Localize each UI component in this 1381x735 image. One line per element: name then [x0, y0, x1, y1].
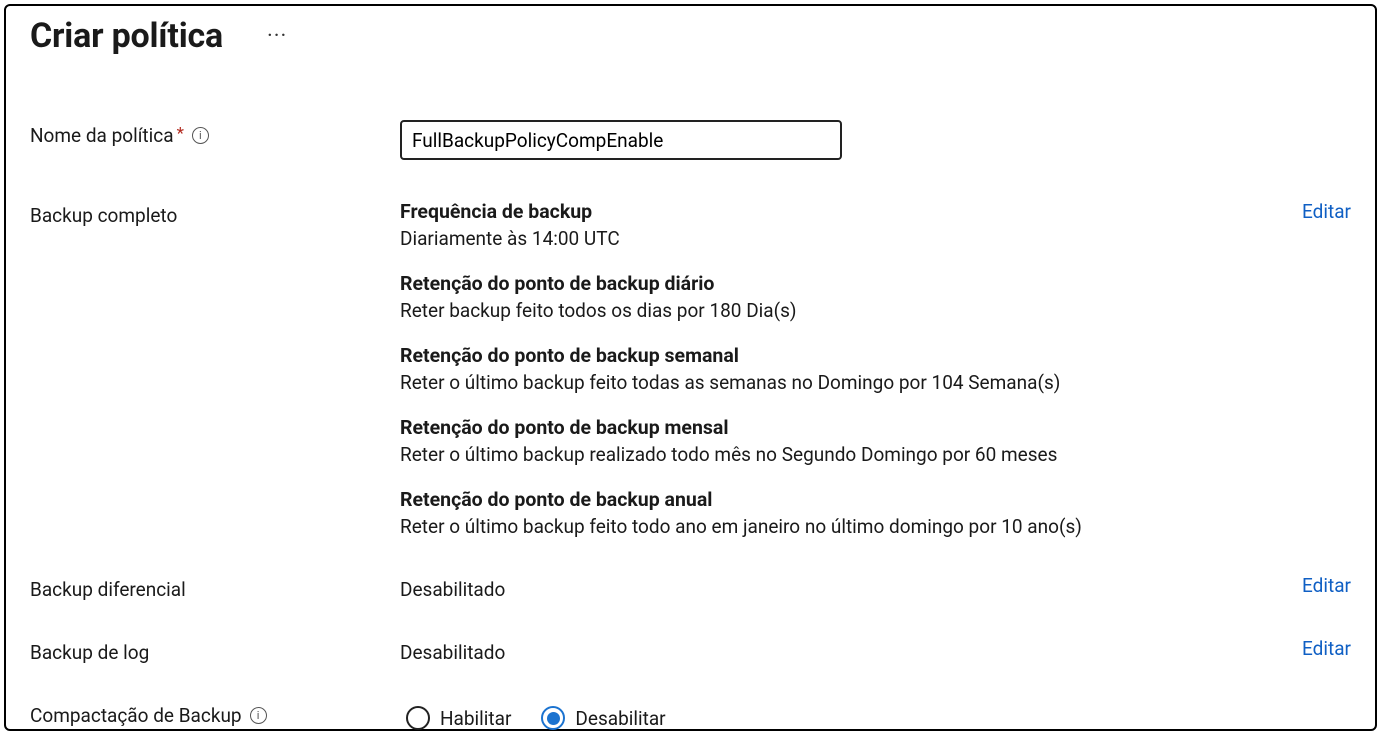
- edit-log-backup-link[interactable]: Editar: [1281, 637, 1351, 664]
- spacer: [1281, 538, 1351, 574]
- spacer: [400, 601, 1281, 637]
- full-backup-details: Frequência de backup Diariamente às 14:0…: [400, 200, 1281, 538]
- diff-backup-status: Desabilitado: [400, 574, 1281, 601]
- compression-radio-group: Habilitar Desabilitar: [400, 700, 1281, 730]
- spacer: [1281, 664, 1351, 700]
- weekly-retention-title: Retenção do ponto de backup semanal: [400, 344, 1281, 367]
- spacer: [1281, 700, 1351, 730]
- spacer: [400, 538, 1281, 574]
- policy-name-label-text: Nome da política: [30, 124, 174, 147]
- backup-frequency-value: Diariamente às 14:00 UTC: [400, 227, 1281, 250]
- diff-backup-label: Backup diferencial: [30, 574, 400, 601]
- form: Nome da política * i Backup completo Fre…: [30, 120, 1351, 730]
- spacer: [1281, 601, 1351, 637]
- compression-disable-radio[interactable]: Desabilitar: [541, 706, 665, 730]
- log-backup-status: Desabilitado: [400, 637, 1281, 664]
- policy-name-label: Nome da política * i: [30, 120, 400, 200]
- radio-dot-icon: [547, 712, 560, 725]
- radio-circle-selected-icon: [541, 706, 565, 730]
- edit-diff-backup-link[interactable]: Editar: [1281, 574, 1351, 601]
- compression-label: Compactação de Backup i: [30, 700, 400, 730]
- full-backup-label: Backup completo: [30, 200, 400, 538]
- page-title: Criar política: [30, 16, 223, 56]
- yearly-retention-title: Retenção do ponto de backup anual: [400, 488, 1281, 511]
- monthly-retention-title: Retenção do ponto de backup mensal: [400, 416, 1281, 439]
- full-backup-label-text: Backup completo: [30, 204, 177, 227]
- more-actions-icon[interactable]: ···: [267, 24, 287, 49]
- panel-header: Criar política ···: [30, 16, 1351, 56]
- daily-retention-title: Retenção do ponto de backup diário: [400, 272, 1281, 295]
- compression-label-text: Compactação de Backup: [30, 704, 242, 727]
- spacer: [1281, 120, 1351, 200]
- required-asterisk: *: [177, 124, 184, 144]
- radio-circle-icon: [406, 706, 430, 730]
- daily-retention-value: Reter backup feito todos os dias por 180…: [400, 299, 1281, 322]
- create-policy-panel: Criar política ··· Nome da política * i …: [4, 4, 1377, 731]
- policy-name-cell: [400, 120, 1281, 200]
- info-icon[interactable]: i: [192, 127, 209, 144]
- disable-radio-label: Desabilitar: [575, 707, 665, 730]
- info-icon[interactable]: i: [250, 707, 267, 724]
- log-backup-label-text: Backup de log: [30, 641, 149, 664]
- weekly-retention-value: Reter o último backup feito todas as sem…: [400, 371, 1281, 394]
- diff-backup-label-text: Backup diferencial: [30, 578, 186, 601]
- spacer: [30, 538, 400, 574]
- compression-enable-radio[interactable]: Habilitar: [406, 706, 511, 730]
- yearly-retention-value: Reter o último backup feito todo ano em …: [400, 515, 1281, 538]
- edit-full-backup-link[interactable]: Editar: [1281, 200, 1351, 538]
- enable-radio-label: Habilitar: [440, 707, 511, 730]
- backup-frequency-title: Frequência de backup: [400, 200, 1281, 223]
- spacer: [30, 601, 400, 637]
- spacer: [30, 664, 400, 700]
- monthly-retention-value: Reter o último backup realizado todo mês…: [400, 443, 1281, 466]
- log-backup-label: Backup de log: [30, 637, 400, 664]
- spacer: [400, 664, 1281, 700]
- policy-name-input[interactable]: [400, 120, 842, 160]
